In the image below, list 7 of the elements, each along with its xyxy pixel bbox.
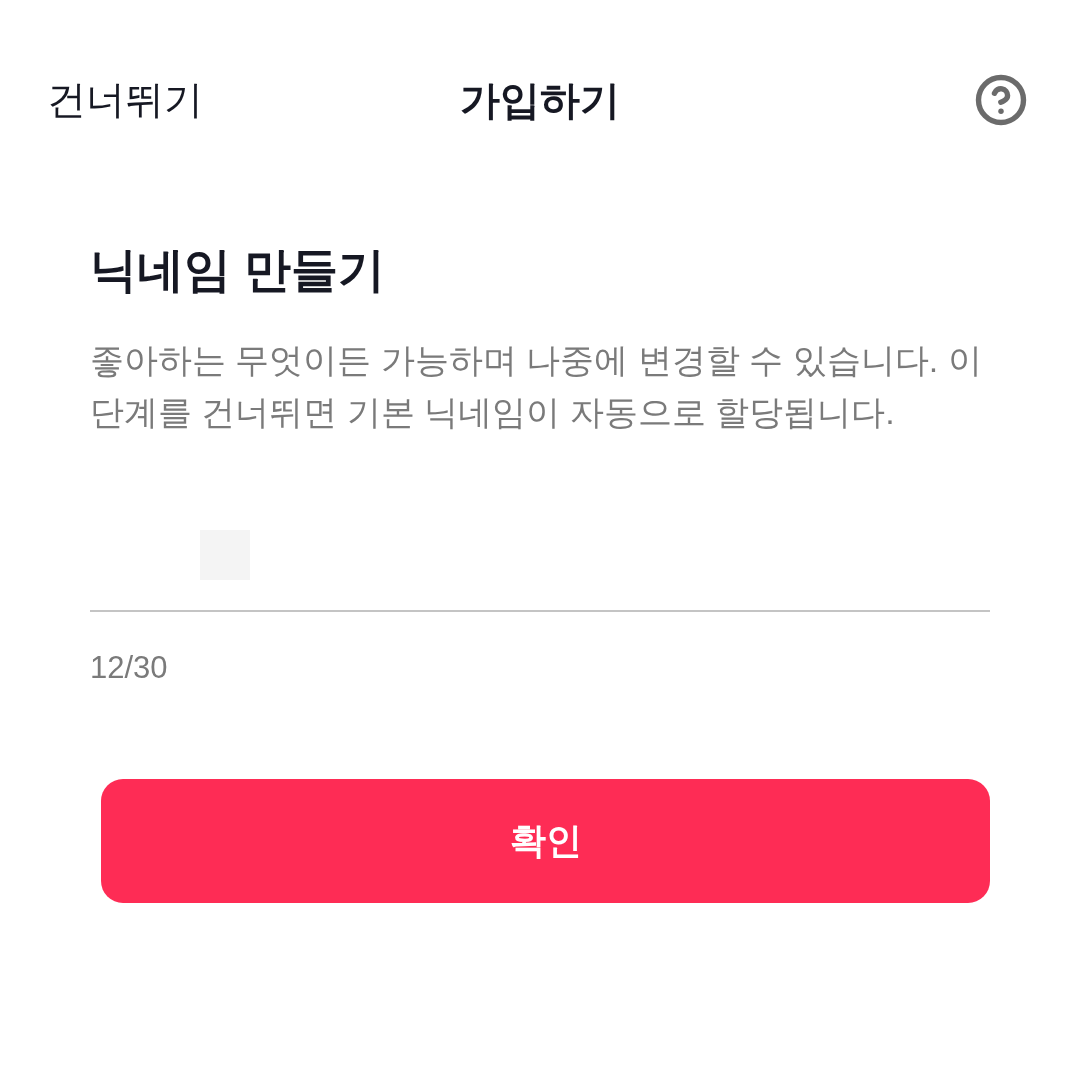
- skip-link[interactable]: 건너뛰기: [47, 70, 203, 130]
- page-title: 가입하기: [460, 77, 620, 124]
- help-icon[interactable]: [974, 73, 1028, 127]
- section-heading: 닉네임 만들기: [90, 242, 386, 298]
- character-counter: 12/30: [90, 649, 168, 687]
- confirm-button[interactable]: 확인: [101, 779, 990, 903]
- description-text: 좋아하는 무엇이든 가능하며 나중에 변경할 수 있습니다. 이 단계를 건너뛰면 기본 닉네임이 자동으로 할당됩니다.: [90, 340, 983, 433]
